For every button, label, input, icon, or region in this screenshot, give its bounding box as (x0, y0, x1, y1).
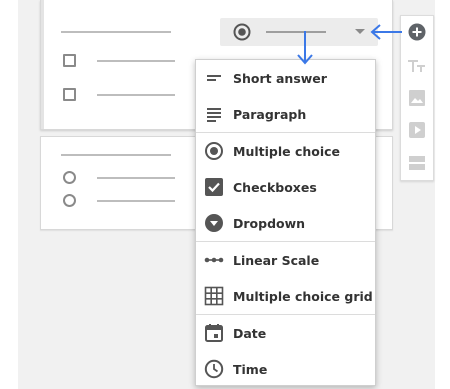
add-title-button[interactable] (401, 56, 433, 76)
add-question-button[interactable] (401, 22, 433, 42)
menu-item-label: Time (233, 361, 268, 377)
linear-scale-icon (204, 250, 224, 270)
menu-item-label: Date (233, 325, 267, 341)
menu-item-linear-scale[interactable]: Linear Scale (196, 242, 375, 278)
menu-item-label: Short answer (233, 70, 327, 86)
radio-button-icon (204, 141, 224, 161)
menu-item-label: Checkboxes (233, 179, 317, 195)
menu-item-label: Dropdown (233, 215, 306, 231)
radio-button-icon (233, 23, 251, 41)
menu-item-label: Paragraph (233, 106, 307, 122)
grid-icon (204, 286, 224, 306)
add-question-icon (408, 23, 426, 41)
title-text-icon (408, 60, 425, 72)
menu-item-multiple-choice-grid[interactable]: Multiple choice grid (196, 278, 375, 314)
paragraph-icon (204, 104, 224, 124)
menu-item-paragraph[interactable]: Paragraph (196, 96, 375, 132)
menu-item-time[interactable]: Time (196, 351, 375, 387)
dropdown-icon (204, 213, 224, 233)
checkbox-icon (204, 177, 224, 197)
selected-type-placeholder (266, 31, 326, 33)
side-toolbar (400, 15, 434, 181)
option-placeholder (97, 94, 175, 96)
question-title-placeholder (61, 154, 171, 156)
menu-item-checkboxes[interactable]: Checkboxes (196, 169, 375, 205)
option-placeholder (97, 200, 175, 202)
add-section-button[interactable] (401, 153, 433, 173)
dropdown-arrow-icon[interactable] (355, 29, 365, 34)
option-placeholder (97, 60, 175, 62)
radio-option[interactable] (63, 171, 76, 184)
menu-item-date[interactable]: Date (196, 315, 375, 351)
menu-item-label: Multiple choice (233, 143, 341, 159)
question-title-placeholder (61, 31, 171, 33)
radio-option[interactable] (63, 194, 76, 207)
checkbox-option[interactable] (63, 54, 76, 67)
question-type-menu: Short answer Paragraph Multiple choice C… (195, 59, 376, 386)
menu-item-label: Linear Scale (233, 252, 320, 268)
menu-item-multiple-choice[interactable]: Multiple choice (196, 133, 375, 169)
add-video-button[interactable] (401, 120, 433, 140)
clock-icon (204, 359, 224, 379)
image-icon (409, 90, 425, 106)
checkbox-option[interactable] (63, 88, 76, 101)
add-image-button[interactable] (401, 88, 433, 108)
selection-indicator (41, 0, 44, 129)
calendar-icon (204, 323, 224, 343)
menu-item-label: Multiple choice grid (233, 288, 373, 304)
short-answer-icon (204, 68, 224, 88)
menu-item-dropdown[interactable]: Dropdown (196, 205, 375, 241)
menu-item-short-answer[interactable]: Short answer (196, 60, 375, 96)
question-type-selector[interactable] (220, 18, 378, 46)
section-icon (409, 156, 425, 170)
video-icon (409, 122, 425, 138)
option-placeholder (97, 177, 175, 179)
